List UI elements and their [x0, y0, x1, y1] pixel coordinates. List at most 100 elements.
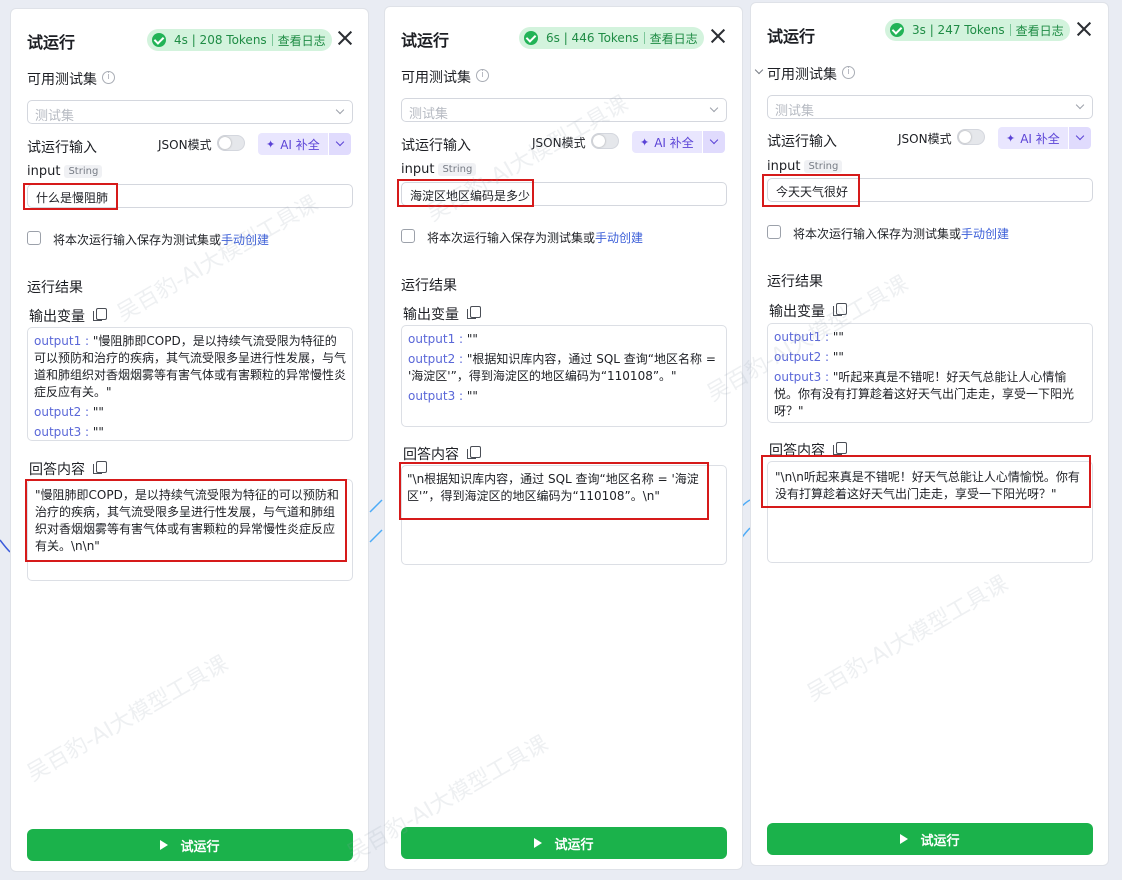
close-icon[interactable]	[709, 27, 727, 45]
json-mode-label: JSON模式	[158, 138, 212, 152]
highlight-box-input	[762, 174, 860, 207]
type-tag: String	[64, 165, 103, 178]
panel-title: 试运行	[401, 31, 450, 50]
view-log-link[interactable]: 查看日志	[650, 30, 698, 47]
play-icon	[534, 838, 543, 848]
test-set-placeholder: 测试集	[775, 104, 815, 119]
ai-dropdown-chevron-icon[interactable]	[328, 133, 351, 155]
sparkle-icon: ✦	[1006, 131, 1016, 145]
run-results-label: 运行结果	[767, 274, 823, 290]
info-icon[interactable]: i	[102, 71, 115, 84]
save-prefix: 将本次运行输入保存为测试集或	[427, 231, 596, 245]
run-status-badge: 6s | 446 Tokens 查看日志	[519, 27, 704, 49]
input-var-name: input	[27, 164, 61, 179]
run-button-label: 试运行	[554, 837, 594, 853]
view-log-link[interactable]: 查看日志	[278, 32, 326, 49]
check-circle-icon	[152, 33, 166, 47]
chevron-down-icon	[1075, 100, 1085, 110]
run-metrics: 6s | 446 Tokens	[546, 31, 639, 45]
test-set-select[interactable]: 测试集	[401, 98, 727, 122]
copy-icon[interactable]	[467, 306, 481, 319]
answer-label: 回答内容	[403, 447, 459, 463]
info-icon[interactable]: i	[476, 69, 489, 82]
check-circle-icon	[524, 31, 538, 45]
highlight-box-answer	[761, 455, 1091, 508]
run-button[interactable]: 试运行	[401, 827, 727, 859]
collapse-chevron-icon[interactable]	[754, 65, 764, 75]
close-icon[interactable]	[336, 29, 354, 47]
view-log-link[interactable]: 查看日志	[1016, 22, 1064, 39]
info-icon[interactable]: i	[842, 66, 855, 79]
ai-complete-button[interactable]: ✦ AI 补全	[632, 131, 725, 153]
copy-icon[interactable]	[93, 461, 107, 474]
json-mode-label: JSON模式	[532, 136, 586, 150]
highlight-box-answer	[399, 462, 709, 520]
json-mode-label: JSON模式	[898, 132, 952, 146]
output-line-3: output3 : ""	[34, 425, 104, 439]
highlight-box-input	[397, 179, 534, 207]
run-status-badge: 3s | 247 Tokens 查看日志	[885, 19, 1070, 41]
test-set-placeholder: 测试集	[35, 109, 75, 124]
answer-label: 回答内容	[29, 462, 85, 478]
run-button[interactable]: 试运行	[767, 823, 1093, 855]
json-mode-toggle[interactable]	[591, 133, 619, 149]
run-button[interactable]: 试运行	[27, 829, 353, 861]
run-status-badge: 4s | 208 Tokens 查看日志	[147, 29, 332, 51]
test-set-label: 可用测试集	[767, 67, 837, 83]
save-test-set-checkbox[interactable]	[401, 229, 415, 243]
output-line-3: output3 : ""	[408, 389, 478, 403]
chevron-down-icon	[709, 103, 719, 113]
save-prefix: 将本次运行输入保存为测试集或	[53, 233, 222, 247]
highlight-box-input	[23, 183, 118, 210]
test-set-label: 可用测试集	[27, 72, 97, 88]
play-icon	[160, 840, 169, 850]
ai-dropdown-chevron-icon[interactable]	[1068, 127, 1091, 149]
type-tag: String	[438, 163, 477, 176]
check-circle-icon	[890, 23, 904, 37]
input-variable-label: input String	[27, 164, 103, 179]
output-vars-label: 输出变量	[403, 307, 459, 323]
json-mode-toggle[interactable]	[957, 129, 985, 145]
save-prefix: 将本次运行输入保存为测试集或	[793, 227, 962, 241]
ai-complete-label: AI 补全	[1020, 131, 1060, 146]
output-line-2: output2 : "根据知识库内容，通过 SQL 查询“地区名称 = '海淀区…	[408, 352, 716, 383]
copy-icon[interactable]	[93, 308, 107, 321]
copy-icon[interactable]	[833, 303, 847, 316]
run-button-label: 试运行	[920, 833, 960, 849]
ai-complete-label: AI 补全	[280, 137, 320, 152]
test-set-select[interactable]: 测试集	[27, 100, 353, 124]
copy-icon[interactable]	[467, 446, 481, 459]
output-line-1: output1 : "慢阻肺即COPD，是以持续气流受限为特征的可以预防和治疗的…	[34, 334, 347, 399]
test-set-select[interactable]: 测试集	[767, 95, 1093, 119]
save-test-set-checkbox[interactable]	[27, 231, 41, 245]
input-variable-label: input String	[767, 159, 843, 174]
highlight-box-answer	[25, 479, 347, 562]
output-vars-box: output1 : "慢阻肺即COPD，是以持续气流受限为特征的可以预防和治疗的…	[27, 327, 353, 441]
run-results-label: 运行结果	[27, 280, 83, 296]
ai-complete-button[interactable]: ✦ AI 补全	[998, 127, 1091, 149]
output-vars-label: 输出变量	[769, 304, 825, 320]
input-var-name: input	[767, 159, 801, 174]
type-tag: String	[804, 160, 843, 173]
ai-complete-button[interactable]: ✦ AI 补全	[258, 133, 351, 155]
save-test-set-label: 将本次运行输入保存为测试集或手动创建	[427, 229, 643, 246]
manual-create-link[interactable]: 手动创建	[221, 233, 269, 247]
save-test-set-label: 将本次运行输入保存为测试集或手动创建	[793, 225, 1009, 242]
close-icon[interactable]	[1075, 20, 1093, 38]
json-mode-toggle[interactable]	[217, 135, 245, 151]
manual-create-link[interactable]: 手动创建	[961, 227, 1009, 241]
run-metrics: 4s | 208 Tokens	[174, 33, 267, 47]
run-input-label: 试运行输入	[767, 134, 837, 150]
output-vars-box: output1 : "" output2 : "根据知识库内容，通过 SQL 查…	[401, 325, 727, 427]
panel-title: 试运行	[27, 33, 76, 52]
run-button-label: 试运行	[180, 839, 220, 855]
panel-title: 试运行	[767, 27, 816, 46]
save-test-set-checkbox[interactable]	[767, 225, 781, 239]
test-run-panel-1: 试运行 4s | 208 Tokens 查看日志 可用测试集 i 测试集 试运行…	[10, 8, 369, 872]
save-test-set-label: 将本次运行输入保存为测试集或手动创建	[53, 231, 269, 248]
sparkle-icon: ✦	[640, 135, 650, 149]
manual-create-link[interactable]: 手动创建	[595, 231, 643, 245]
ai-dropdown-chevron-icon[interactable]	[702, 131, 725, 153]
run-input-label: 试运行输入	[27, 140, 97, 156]
copy-icon[interactable]	[833, 442, 847, 455]
